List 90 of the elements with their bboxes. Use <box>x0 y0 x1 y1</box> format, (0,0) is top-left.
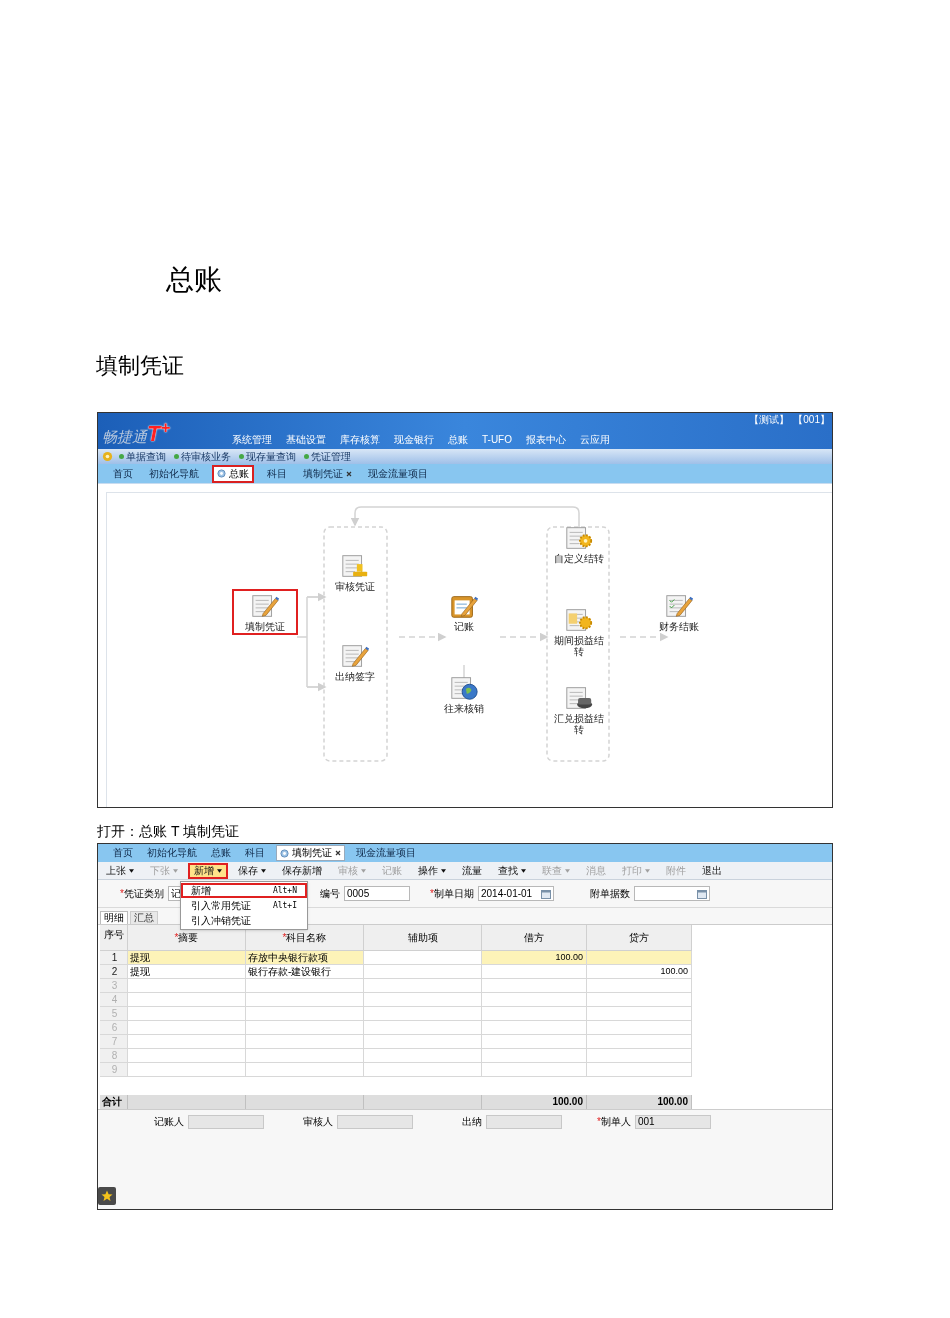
table-cell: 银行存款-建设银行 <box>246 965 364 979</box>
flow-step[interactable]: 财务结账 <box>646 589 712 635</box>
tab[interactable]: 现金流量项目 <box>365 466 431 481</box>
page-heading: 总账 <box>166 263 222 297</box>
toolbar-button[interactable]: 保存 <box>232 862 272 879</box>
flow-step[interactable]: 自定义结转 <box>546 521 612 567</box>
field-label: 附单据数 <box>589 887 631 901</box>
calendar-icon <box>541 888 551 899</box>
tab[interactable]: 首页 <box>110 466 136 481</box>
attachments-field[interactable] <box>634 886 710 901</box>
tab[interactable]: 总账 <box>212 464 254 483</box>
field-label: 记账人 <box>153 1115 185 1129</box>
signature-field[interactable]: 001 <box>635 1114 711 1129</box>
flow-step[interactable]: 往来核销 <box>431 671 497 717</box>
bullet-icon <box>239 454 244 459</box>
tab[interactable]: 填制凭证 <box>276 845 345 861</box>
table-cell: 8 <box>100 1049 128 1063</box>
menu-item[interactable]: 引入常用凭证 Alt+I <box>181 898 307 913</box>
field-label: 出纳 <box>461 1115 483 1129</box>
field-label: 编号 <box>319 887 341 901</box>
nav-menu-item[interactable]: T-UFO <box>482 434 512 446</box>
nav-menu-item[interactable]: 报表中心 <box>526 434 566 446</box>
quick-link[interactable]: 单据查询 <box>119 450 166 463</box>
menu-item[interactable]: 新增 Alt+N <box>181 883 307 898</box>
toolbar-button[interactable]: 新增 <box>188 862 228 879</box>
tab[interactable]: 初始化导航 <box>144 846 200 860</box>
field-label: *制单人 <box>596 1115 632 1129</box>
sub-tab[interactable]: 汇总 <box>130 911 158 924</box>
signature-field[interactable] <box>486 1114 562 1129</box>
tab[interactable]: 现金流量项目 <box>353 846 419 860</box>
tab-icon <box>280 848 289 858</box>
tab[interactable]: 总账 <box>208 846 234 860</box>
bullet-icon <box>119 454 124 459</box>
tab[interactable]: 填制凭证 <box>300 466 355 481</box>
table-cell: 2 <box>100 965 128 979</box>
figure-caption: 打开：总账 T 填制凭证 <box>97 822 240 840</box>
bullet-icon <box>304 454 309 459</box>
user-info-text: 【001】 <box>793 414 830 426</box>
nav-menu-item[interactable]: 系统管理 <box>232 434 272 446</box>
signature-field[interactable] <box>337 1114 413 1129</box>
table-cell: 5 <box>100 1007 128 1021</box>
nav-menu-item[interactable]: 总账 <box>448 434 468 446</box>
table-cell: 100.00 <box>482 951 587 965</box>
toolbar-button[interactable]: 保存新增 <box>276 862 328 879</box>
field-label: 审核人 <box>302 1115 334 1129</box>
toolbar-button[interactable]: 查找 <box>492 862 532 879</box>
nav-menu-item[interactable]: 云应用 <box>580 434 610 446</box>
table-cell: 100.00 <box>587 965 692 979</box>
tab[interactable]: 科目 <box>242 846 268 860</box>
signature-field[interactable] <box>188 1114 264 1129</box>
table-cell: 提现 <box>128 965 246 979</box>
voucher-number-field[interactable]: 0005 <box>344 886 410 901</box>
toolbar-button[interactable]: 操作 <box>412 862 452 879</box>
tab-icon <box>217 469 226 478</box>
section-heading: 填制凭证 <box>96 352 184 380</box>
date-field[interactable]: 2014-01-01 <box>478 886 554 901</box>
table-cell: 提现 <box>128 951 246 965</box>
table-cell: 存放中央银行款项 <box>246 951 364 965</box>
flow-step[interactable]: 填制凭证 <box>232 589 298 635</box>
toolbar-button[interactable]: 流量 <box>456 862 488 879</box>
quick-link[interactable]: 待审核业务 <box>174 450 231 463</box>
brand-logo-text: 畅捷通 <box>102 428 147 446</box>
star-icon <box>101 1190 113 1202</box>
tab[interactable]: 初始化导航 <box>146 466 202 481</box>
favorites-button[interactable] <box>98 1187 116 1205</box>
quick-link[interactable]: 现存量查询 <box>239 450 296 463</box>
field-label: *制单日期 <box>429 887 475 901</box>
toolbar-button[interactable]: 上张 <box>100 862 140 879</box>
flow-step[interactable]: 汇兑损益结转 <box>546 681 612 738</box>
flow-step[interactable]: 记账 <box>431 589 497 635</box>
flow-step[interactable]: 出纳签字 <box>322 639 388 685</box>
user-info-text: 【测试】 <box>749 414 790 426</box>
tab[interactable]: 首页 <box>110 846 136 860</box>
nav-menu-item[interactable]: 库存核算 <box>340 434 380 446</box>
table-cell: 1 <box>100 951 128 965</box>
brand-logo-mark: T$^{+}$ <box>147 422 171 446</box>
quick-link[interactable]: 凭证管理 <box>304 450 351 463</box>
flow-step[interactable]: 期间损益结转 <box>546 603 612 660</box>
nav-menu-item[interactable]: 现金银行 <box>394 434 434 446</box>
toolbar-button[interactable]: 退出 <box>696 862 728 879</box>
table-cell: 3 <box>100 979 128 993</box>
sub-tab[interactable]: 明细 <box>100 911 128 924</box>
menu-item[interactable]: 引入冲销凭证 <box>181 913 307 928</box>
bullet-icon <box>174 454 179 459</box>
table-cell: 4 <box>100 993 128 1007</box>
flow-step[interactable]: 审核凭证 <box>322 549 388 595</box>
field-label: *凭证类别 <box>119 887 165 901</box>
nav-menu-item[interactable]: 基础设置 <box>286 434 326 446</box>
calendar-icon <box>697 888 707 899</box>
tab[interactable]: 科目 <box>264 466 290 481</box>
